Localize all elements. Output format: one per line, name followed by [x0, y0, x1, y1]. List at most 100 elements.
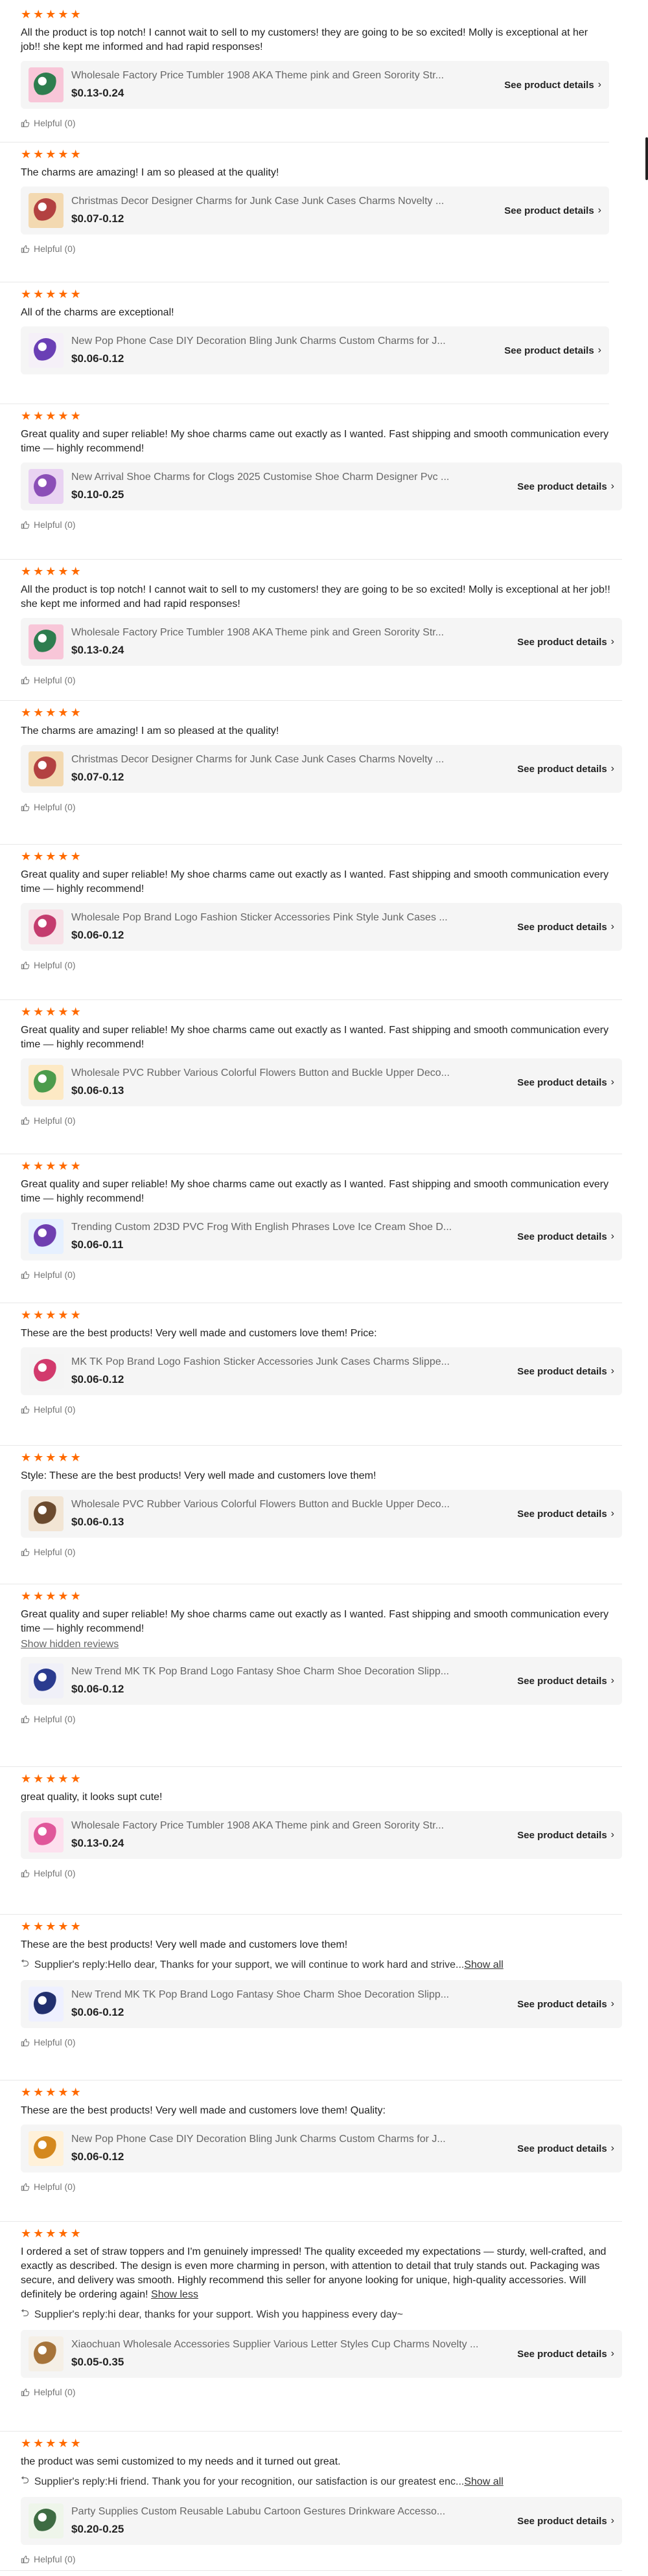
- product-thumbnail[interactable]: [29, 1065, 64, 1100]
- see-product-details-button[interactable]: See product details ›: [517, 1675, 614, 1687]
- see-product-details-button[interactable]: See product details ›: [517, 2348, 614, 2360]
- product-card[interactable]: Wholesale Factory Price Tumbler 1908 AKA…: [21, 61, 609, 109]
- helpful-button[interactable]: Helpful (0): [21, 118, 76, 128]
- product-card[interactable]: Christmas Decor Designer Charms for Junk…: [21, 745, 622, 793]
- helpful-button[interactable]: Helpful (0): [21, 1115, 76, 1126]
- see-product-details-button[interactable]: See product details ›: [517, 1077, 614, 1088]
- product-thumbnail[interactable]: [29, 193, 64, 228]
- product-name[interactable]: New Pop Phone Case DIY Decoration Bling …: [71, 2134, 492, 2145]
- star-icon: ★: [58, 1159, 69, 1172]
- product-thumbnail[interactable]: [29, 1219, 64, 1254]
- helpful-button[interactable]: Helpful (0): [21, 1547, 76, 1557]
- see-product-details-button[interactable]: See product details ›: [517, 763, 614, 775]
- product-name[interactable]: Wholesale PVC Rubber Various Colorful Fl…: [71, 1067, 492, 1079]
- product-thumbnail[interactable]: [29, 909, 64, 944]
- helpful-button[interactable]: Helpful (0): [21, 675, 76, 685]
- see-product-details-button[interactable]: See product details ›: [517, 921, 614, 933]
- product-card[interactable]: MK TK Pop Brand Logo Fashion Sticker Acc…: [21, 1347, 622, 1395]
- product-name[interactable]: Wholesale Factory Price Tumbler 1908 AKA…: [71, 70, 492, 82]
- see-product-details-label: See product details: [517, 481, 607, 492]
- helpful-button[interactable]: Helpful (0): [21, 2554, 76, 2564]
- review-text: Style: These are the best products! Very…: [21, 1469, 622, 1483]
- helpful-button[interactable]: Helpful (0): [21, 2182, 76, 2192]
- product-card[interactable]: Wholesale PVC Rubber Various Colorful Fl…: [21, 1490, 622, 1538]
- star-icon: ★: [33, 1920, 44, 1933]
- helpful-button[interactable]: Helpful (0): [21, 1868, 76, 1878]
- product-card[interactable]: New Trend MK TK Pop Brand Logo Fantasy S…: [21, 1980, 622, 2028]
- product-thumbnail[interactable]: [29, 624, 64, 659]
- product-name[interactable]: Wholesale Factory Price Tumbler 1908 AKA…: [71, 627, 492, 639]
- product-card[interactable]: Wholesale PVC Rubber Various Colorful Fl…: [21, 1058, 622, 1106]
- product-card[interactable]: New Arrival Shoe Charms for Clogs 2025 C…: [21, 462, 622, 510]
- product-name[interactable]: Wholesale PVC Rubber Various Colorful Fl…: [71, 1499, 492, 1510]
- product-thumbnail[interactable]: [29, 333, 64, 368]
- product-name[interactable]: Wholesale Factory Price Tumbler 1908 AKA…: [71, 1820, 492, 1832]
- helpful-button[interactable]: Helpful (0): [21, 1270, 76, 1280]
- see-product-details-button[interactable]: See product details ›: [517, 2515, 614, 2527]
- see-product-details-button[interactable]: See product details ›: [517, 636, 614, 648]
- product-thumbnail[interactable]: [29, 67, 64, 102]
- star-icon: ★: [70, 1451, 81, 1464]
- product-thumbnail[interactable]: [29, 1354, 64, 1389]
- product-card[interactable]: Xiaochuan Wholesale Accessories Supplier…: [21, 2330, 622, 2378]
- product-name[interactable]: Christmas Decor Designer Charms for Junk…: [71, 754, 492, 766]
- product-thumbnail[interactable]: [29, 2503, 64, 2538]
- product-card[interactable]: Wholesale Pop Brand Logo Fashion Sticker…: [21, 903, 622, 951]
- show-less-link[interactable]: Show less: [151, 2289, 198, 2300]
- product-thumbnail[interactable]: [29, 751, 64, 786]
- show-hidden-reviews-link[interactable]: Show hidden reviews: [21, 1639, 119, 1650]
- product-card[interactable]: New Trend MK TK Pop Brand Logo Fantasy S…: [21, 1657, 622, 1705]
- product-card[interactable]: Party Supplies Custom Reusable Labubu Ca…: [21, 2497, 622, 2545]
- review-text: The charms are amazing! I am so pleased …: [21, 724, 622, 738]
- helpful-button[interactable]: Helpful (0): [21, 244, 76, 254]
- product-card[interactable]: Trending Custom 2D3D PVC Frog With Engli…: [21, 1213, 622, 1260]
- product-thumbnail[interactable]: [29, 2336, 64, 2371]
- product-card[interactable]: Christmas Decor Designer Charms for Junk…: [21, 187, 609, 234]
- see-product-details-button[interactable]: See product details ›: [517, 1508, 614, 1520]
- see-product-details-button[interactable]: See product details ›: [517, 1998, 614, 2010]
- see-product-details-button[interactable]: See product details ›: [517, 481, 614, 492]
- helpful-button[interactable]: Helpful (0): [21, 2037, 76, 2047]
- product-thumbnail[interactable]: [29, 1496, 64, 1531]
- product-name[interactable]: MK TK Pop Brand Logo Fashion Sticker Acc…: [71, 1356, 492, 1368]
- show-all-link[interactable]: Show all: [464, 2476, 503, 2488]
- product-name[interactable]: New Arrival Shoe Charms for Clogs 2025 C…: [71, 472, 492, 483]
- see-product-details-button[interactable]: See product details ›: [517, 1829, 614, 1841]
- see-product-details-button[interactable]: See product details ›: [517, 2143, 614, 2154]
- product-card[interactable]: Wholesale Factory Price Tumbler 1908 AKA…: [21, 1811, 622, 1859]
- helpful-button[interactable]: Helpful (0): [21, 2387, 76, 2397]
- product-name[interactable]: Party Supplies Custom Reusable Labubu Ca…: [71, 2506, 492, 2518]
- product-thumbnail[interactable]: [29, 2131, 64, 2166]
- scrollbar-thumb[interactable]: [645, 137, 648, 180]
- helpful-button[interactable]: Helpful (0): [21, 519, 76, 530]
- show-all-link[interactable]: Show all: [464, 1959, 503, 1971]
- product-card[interactable]: Wholesale Factory Price Tumbler 1908 AKA…: [21, 618, 622, 666]
- product-name[interactable]: New Trend MK TK Pop Brand Logo Fantasy S…: [71, 1666, 492, 1678]
- product-thumbnail[interactable]: [29, 1818, 64, 1852]
- see-product-details-button[interactable]: See product details ›: [504, 205, 601, 216]
- product-name[interactable]: New Trend MK TK Pop Brand Logo Fantasy S…: [71, 1989, 492, 2001]
- product-thumbnail[interactable]: [29, 1663, 64, 1698]
- see-product-details-button[interactable]: See product details ›: [504, 79, 601, 91]
- product-name[interactable]: New Pop Phone Case DIY Decoration Bling …: [71, 336, 492, 347]
- helpful-button[interactable]: Helpful (0): [21, 802, 76, 812]
- helpful-button[interactable]: Helpful (0): [21, 960, 76, 970]
- product-thumbnail[interactable]: [29, 1987, 64, 2022]
- reviews-list: ★ ★ ★ ★ ★ All the product is top notch! I can…: [0, 0, 648, 2576]
- star-icon: ★: [21, 565, 32, 578]
- review-text-body: These are the best products! Very well m…: [21, 1328, 377, 1339]
- product-name[interactable]: Xiaochuan Wholesale Accessories Supplier…: [71, 2339, 492, 2351]
- product-name[interactable]: Trending Custom 2D3D PVC Frog With Engli…: [71, 1222, 492, 1233]
- star-icon: ★: [70, 1005, 81, 1018]
- see-product-details-button[interactable]: See product details ›: [504, 345, 601, 356]
- helpful-button[interactable]: Helpful (0): [21, 1714, 76, 1724]
- helpful-button[interactable]: Helpful (0): [21, 1404, 76, 1415]
- see-product-details-button[interactable]: See product details ›: [517, 1231, 614, 1242]
- review-item: ★ ★ ★ ★ ★ Great quality and super reliable! M…: [0, 409, 622, 560]
- product-thumbnail[interactable]: [29, 469, 64, 504]
- see-product-details-button[interactable]: See product details ›: [517, 1365, 614, 1377]
- product-card[interactable]: New Pop Phone Case DIY Decoration Bling …: [21, 2125, 622, 2172]
- product-card[interactable]: New Pop Phone Case DIY Decoration Bling …: [21, 326, 609, 374]
- product-name[interactable]: Christmas Decor Designer Charms for Junk…: [71, 196, 492, 207]
- product-name[interactable]: Wholesale Pop Brand Logo Fashion Sticker…: [71, 912, 492, 924]
